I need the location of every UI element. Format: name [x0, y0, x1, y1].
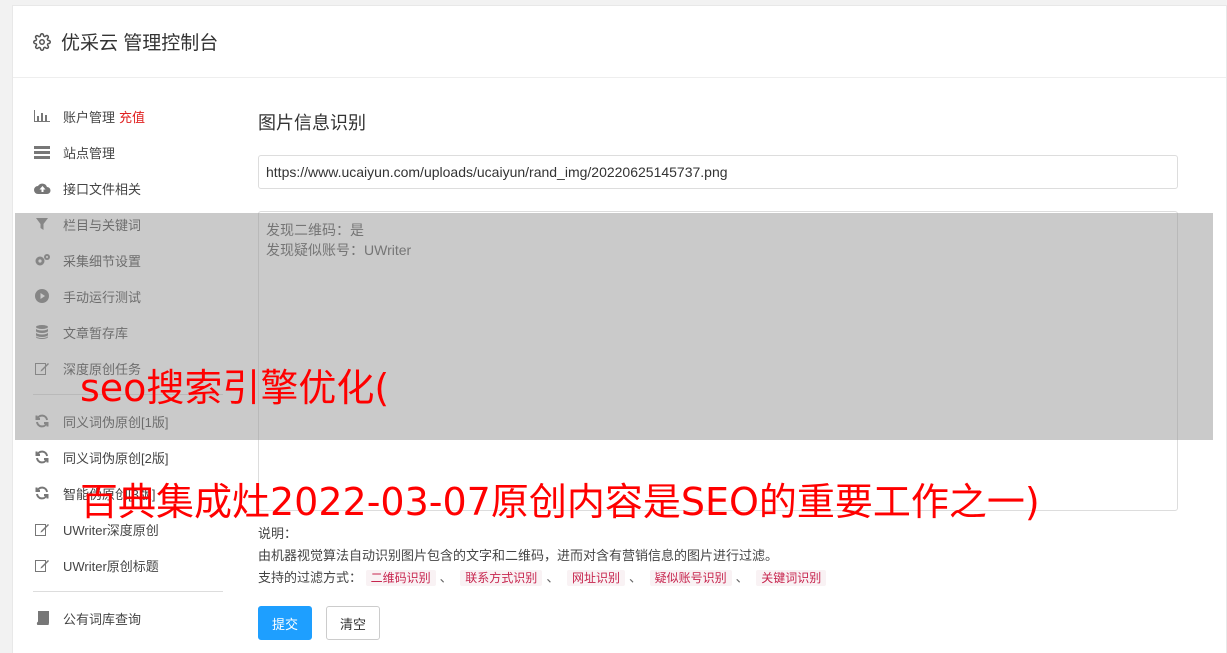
sidebar-item-label: 站点管理: [63, 145, 116, 161]
action-buttons: 提交 清空: [258, 606, 1178, 640]
gear-icon: [33, 32, 51, 51]
sidebar-divider: [33, 591, 223, 592]
separator: 、: [546, 570, 560, 585]
notes-heading: 说明：: [258, 526, 298, 541]
cloud-upload-icon: [33, 181, 51, 195]
filter-chip-contact: 联系方式识别: [460, 570, 543, 586]
sidebar-item-label: 公有词库查询: [63, 611, 142, 627]
book-icon: [33, 611, 51, 625]
sidebar-item-label: 接口文件相关: [63, 181, 142, 197]
bar-chart-icon: [33, 109, 51, 123]
sidebar-item-label: UWriter原创标题: [63, 558, 159, 574]
separator: 、: [735, 570, 749, 585]
filter-chip-account: 疑似账号识别: [649, 570, 732, 586]
filter-chip-qrcode: 二维码识别: [365, 570, 436, 586]
sidebar-item-sites[interactable]: 站点管理: [33, 134, 223, 170]
notes: 说明： 由机器视觉算法自动识别图片包含的文字和二维码，进而对含有营销信息的图片进…: [258, 523, 1178, 589]
header: 优采云 管理控制台: [13, 6, 1226, 78]
app-title: 优采云 管理控制台: [61, 33, 219, 54]
separator: 、: [439, 570, 453, 585]
sidebar-item-interface-files[interactable]: 接口文件相关: [33, 170, 223, 206]
sidebar-item-account[interactable]: 账户管理 充值: [33, 98, 223, 134]
filter-chip-url: 网址识别: [566, 570, 625, 586]
overlay-headline-2: 百典集成灶2022-03-07原创内容是SEO的重要工作之一): [80, 480, 1040, 524]
notes-description: 由机器视觉算法自动识别图片包含的文字和二维码，进而对含有营销信息的图片进行过滤。: [258, 548, 779, 563]
refresh-icon: [33, 486, 51, 500]
sidebar-item-public-lexicon[interactable]: 公有词库查询: [33, 600, 223, 636]
edit-icon: [33, 522, 51, 536]
filter-list: 支持的过滤方式： 二维码识别、 联系方式识别、 网址识别、 疑似账号识别、 关键…: [258, 567, 1178, 589]
sidebar-item-label: 账户管理: [63, 109, 116, 125]
sidebar-item-label: 同义词伪原创[2版]: [63, 450, 169, 466]
server-icon: [33, 145, 51, 159]
overlay-headline-1: seo搜索引擎优化(: [80, 366, 390, 410]
recharge-link[interactable]: 充值: [119, 107, 145, 126]
image-url-input[interactable]: [258, 155, 1178, 189]
filter-label: 支持的过滤方式：: [258, 570, 363, 585]
edit-icon: [33, 558, 51, 572]
page-title: 图片信息识别: [258, 113, 366, 133]
separator: 、: [628, 570, 642, 585]
submit-button[interactable]: 提交: [258, 606, 313, 640]
clear-button[interactable]: 清空: [326, 606, 381, 640]
sidebar-item-synonym-v2[interactable]: 同义词伪原创[2版]: [33, 439, 223, 475]
refresh-icon: [33, 450, 51, 464]
sidebar-item-uwriter-title[interactable]: UWriter原创标题: [33, 547, 223, 583]
filter-chip-keyword: 关键词识别: [756, 570, 827, 586]
